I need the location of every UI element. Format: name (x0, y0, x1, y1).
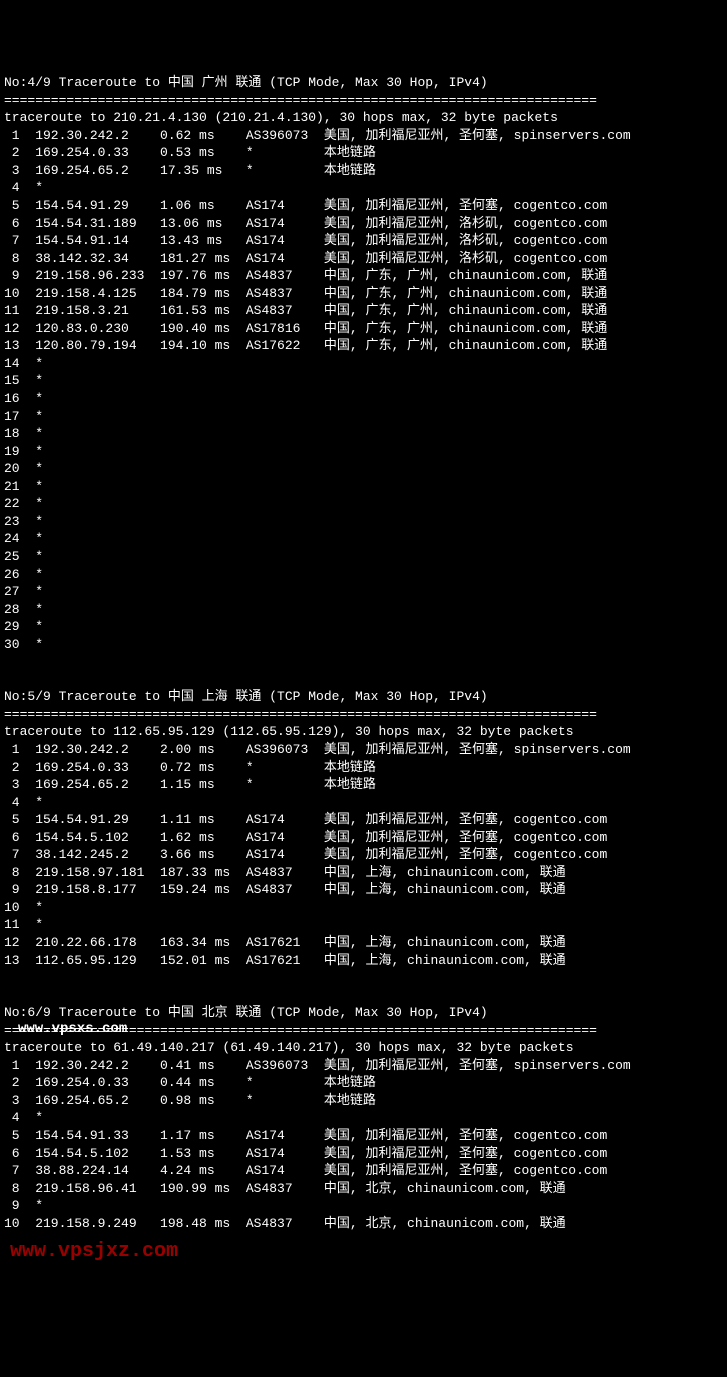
terminal-output: No:4/9 Traceroute to 中国 广州 联通 (TCP Mode,… (4, 74, 723, 1232)
watermark-text: www.vpsjxz.com (10, 1238, 178, 1265)
